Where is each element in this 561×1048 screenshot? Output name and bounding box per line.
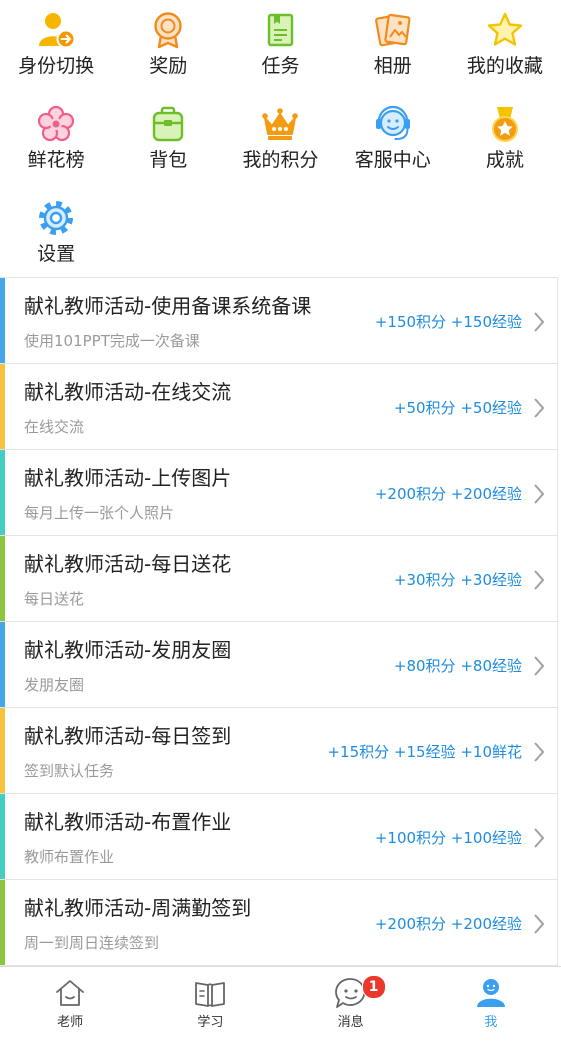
grid-item-label: 我的积分	[242, 149, 319, 171]
task-title: 献礼教师活动-每日签到	[24, 724, 232, 748]
accent-bar	[0, 450, 5, 535]
photo-album-icon	[373, 10, 413, 50]
task-subtitle: 在线交流	[24, 418, 85, 436]
chevron-right-icon	[533, 311, 545, 333]
award-medal-icon	[148, 10, 188, 50]
tab-label: 学习	[197, 1015, 224, 1030]
grid-item-label: 客服中心	[354, 149, 431, 171]
task-title: 献礼教师活动-在线交流	[24, 380, 232, 404]
tab-study[interactable]: 学习	[140, 967, 280, 1048]
grid-item-label: 我的收藏	[466, 55, 543, 77]
task-title: 献礼教师活动-发朋友圈	[24, 638, 232, 662]
grid-item-my-points[interactable]: 我的积分	[224, 94, 336, 188]
task-subtitle: 签到默认任务	[24, 762, 115, 780]
grid-item-label: 背包	[149, 149, 188, 171]
task-document-icon	[260, 10, 300, 50]
flower-icon	[36, 104, 76, 144]
grid-item-achievements[interactable]: 成就	[449, 94, 561, 188]
task-row[interactable]: 献礼教师活动-周满勤签到 周一到周日连续签到 +200积分 +200经验	[0, 880, 557, 966]
unread-badge: 1	[361, 975, 386, 999]
grid-item-favorites[interactable]: 我的收藏	[449, 0, 561, 94]
user-switch-icon	[36, 10, 76, 50]
chevron-right-icon	[533, 827, 545, 849]
chevron-right-icon	[533, 913, 545, 935]
accent-bar	[0, 278, 5, 363]
grid-item-backpack[interactable]: 背包	[112, 94, 224, 188]
task-title: 献礼教师活动-周满勤签到	[24, 896, 252, 920]
task-list: 献礼教师活动-使用备课系统备课 使用101PPT完成一次备课 +150积分 +1…	[0, 277, 558, 966]
grid-item-label: 任务	[261, 55, 300, 77]
grid-item-switch-identity[interactable]: 身份切换	[0, 0, 112, 94]
tab-label: 消息	[337, 1015, 364, 1030]
grid-item-flower-ranking[interactable]: 鲜花榜	[0, 94, 112, 188]
profile-page: 身份切换 奖励 任务 相册 我的收藏 鲜花榜 背包 我的积分 客服中心 成就 设…	[0, 0, 561, 1048]
bottom-tab-bar: 老师 学习 1 消息 我	[0, 966, 561, 1048]
chevron-right-icon	[533, 569, 545, 591]
task-row[interactable]: 献礼教师活动-每日签到 签到默认任务 +15积分 +15经验 +10鲜花	[0, 708, 557, 794]
grid-item-customer-service[interactable]: 客服中心	[337, 94, 449, 188]
task-row[interactable]: 献礼教师活动-布置作业 教师布置作业 +100积分 +100经验	[0, 794, 557, 880]
accent-bar	[0, 708, 5, 793]
task-row[interactable]: 献礼教师活动-每日送花 每日送花 +30积分 +30经验	[0, 536, 557, 622]
grid-item-album[interactable]: 相册	[337, 0, 449, 94]
backpack-icon	[148, 104, 188, 144]
task-reward: +200积分 +200经验	[374, 915, 522, 933]
grid-item-label: 成就	[485, 149, 524, 171]
task-reward: +15积分 +15经验 +10鲜花	[327, 743, 522, 761]
task-reward: +50积分 +50经验	[393, 399, 522, 417]
task-row[interactable]: 献礼教师活动-在线交流 在线交流 +50积分 +50经验	[0, 364, 557, 450]
task-reward: +30积分 +30经验	[393, 571, 522, 589]
task-subtitle: 周一到周日连续签到	[24, 934, 160, 952]
tab-me[interactable]: 我	[421, 967, 561, 1048]
chevron-right-icon	[533, 483, 545, 505]
grid-item-label: 鲜花榜	[27, 149, 85, 171]
task-subtitle: 教师布置作业	[24, 848, 115, 866]
task-subtitle: 使用101PPT完成一次备课	[24, 332, 200, 350]
achievement-medal-icon	[485, 104, 525, 144]
grid-item-settings[interactable]: 设置	[0, 188, 112, 277]
grid-item-label: 相册	[373, 55, 412, 77]
chevron-right-icon	[533, 655, 545, 677]
tab-label: 我	[484, 1015, 498, 1030]
task-subtitle: 每日送花	[24, 590, 85, 608]
grid-item-label: 奖励	[149, 55, 188, 77]
chevron-right-icon	[533, 397, 545, 419]
task-row[interactable]: 献礼教师活动-使用备课系统备课 使用101PPT完成一次备课 +150积分 +1…	[0, 278, 557, 364]
task-subtitle: 每月上传一张个人照片	[24, 504, 175, 522]
person-icon	[474, 976, 508, 1010]
task-title: 献礼教师活动-使用备课系统备课	[24, 294, 312, 318]
task-reward: +150积分 +150经验	[374, 313, 522, 331]
grid-item-label: 身份切换	[18, 55, 95, 77]
accent-bar	[0, 794, 5, 879]
gear-icon	[36, 198, 76, 238]
task-subtitle: 发朋友圈	[24, 676, 85, 694]
task-title: 献礼教师活动-每日送花	[24, 552, 232, 576]
grid-item-tasks[interactable]: 任务	[224, 0, 336, 94]
crown-icon	[260, 104, 300, 144]
tab-label: 老师	[57, 1015, 84, 1030]
grid-item-rewards[interactable]: 奖励	[112, 0, 224, 94]
task-row[interactable]: 献礼教师活动-上传图片 每月上传一张个人照片 +200积分 +200经验	[0, 450, 557, 536]
task-title: 献礼教师活动-布置作业	[24, 810, 232, 834]
task-reward: +100积分 +100经验	[374, 829, 522, 847]
tab-messages[interactable]: 1 消息	[281, 967, 421, 1048]
chevron-right-icon	[533, 741, 545, 763]
accent-bar	[0, 622, 5, 707]
customer-service-icon	[373, 104, 413, 144]
home-icon	[53, 976, 87, 1010]
accent-bar	[0, 536, 5, 621]
task-title: 献礼教师活动-上传图片	[24, 466, 232, 490]
star-icon	[485, 10, 525, 50]
task-reward: +200积分 +200经验	[374, 485, 522, 503]
task-reward: +80积分 +80经验	[393, 657, 522, 675]
accent-bar	[0, 364, 5, 449]
grid-item-label: 设置	[37, 243, 76, 265]
task-row[interactable]: 献礼教师活动-发朋友圈 发朋友圈 +80积分 +80经验	[0, 622, 557, 708]
book-icon	[193, 976, 227, 1010]
feature-grid: 身份切换 奖励 任务 相册 我的收藏 鲜花榜 背包 我的积分 客服中心 成就 设…	[0, 0, 561, 277]
accent-bar	[0, 880, 5, 965]
tab-teacher[interactable]: 老师	[0, 967, 140, 1048]
